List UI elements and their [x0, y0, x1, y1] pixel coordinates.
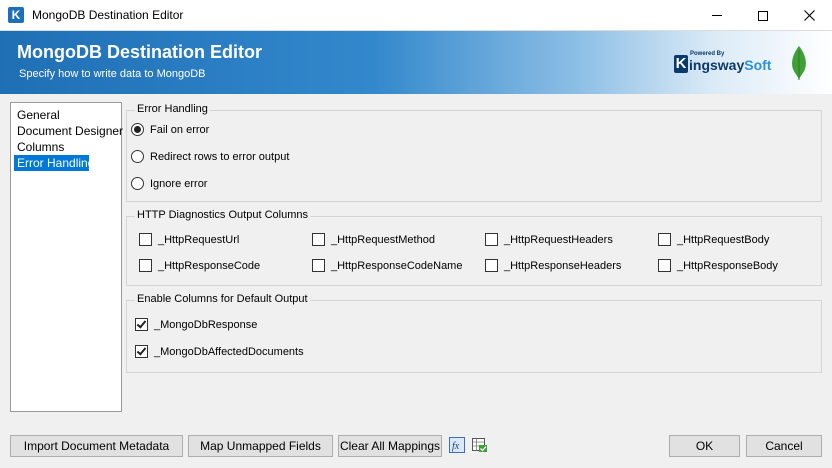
check-http-response-code-name[interactable]: _HttpResponseCodeName [312, 259, 462, 272]
checkbox-label: _HttpRequestUrl [158, 233, 240, 246]
logo-name-a: ingsway [689, 57, 745, 73]
nav-item-document-designer[interactable]: Document Designer [14, 123, 123, 139]
banner-title: MongoDB Destination Editor [17, 42, 262, 62]
check-mark-icon [136, 345, 147, 356]
checkbox[interactable] [135, 345, 148, 358]
banner-subtitle: Specify how to write data to MongoDB [19, 68, 206, 80]
nav-item-columns[interactable]: Columns [14, 139, 118, 155]
logo-k: K [674, 55, 688, 73]
nav-item-general[interactable]: General [14, 107, 118, 123]
maximize-button[interactable] [740, 0, 786, 31]
checkbox-label: _HttpResponseCodeName [331, 259, 463, 272]
window-title: MongoDB Destination Editor [32, 8, 184, 22]
check-http-request-headers[interactable]: _HttpRequestHeaders [485, 233, 613, 246]
minimize-button[interactable] [694, 0, 740, 31]
checkbox[interactable] [658, 259, 671, 272]
header-banner: MongoDB Destination Editor Specify how t… [0, 31, 832, 94]
radio-fail-on-error[interactable]: Fail on error [131, 123, 209, 136]
radio-button[interactable] [131, 123, 144, 136]
checkbox[interactable] [135, 318, 148, 331]
page-navigation-list: General Document Designer Columns Error … [10, 102, 123, 412]
svg-text:fx: fx [452, 441, 460, 452]
import-document-metadata-button[interactable]: Import Document Metadata [10, 435, 183, 457]
radio-label: Redirect rows to error output [150, 150, 290, 163]
http-diagnostics-group: HTTP Diagnostics Output Columns [126, 209, 822, 286]
checkbox[interactable] [658, 233, 671, 246]
checkbox[interactable] [312, 259, 325, 272]
close-icon [803, 10, 815, 21]
radio-redirect-rows[interactable]: Redirect rows to error output [131, 150, 289, 163]
http-diagnostics-group-label: HTTP Diagnostics Output Columns [135, 209, 310, 221]
clear-all-mappings-button[interactable]: Clear All Mappings [338, 435, 442, 457]
checkbox-label: _HttpResponseHeaders [504, 259, 622, 272]
checkbox-label: _MongoDbAffectedDocuments [154, 345, 304, 358]
checkbox[interactable] [485, 259, 498, 272]
check-http-request-method[interactable]: _HttpRequestMethod [312, 233, 435, 246]
logo-name-b: Soft [744, 57, 772, 73]
error-handling-group-label: Error Handling [135, 103, 210, 115]
fx-expression-icon[interactable]: fx [449, 437, 465, 453]
radio-button[interactable] [131, 177, 144, 190]
minimize-icon [712, 15, 722, 16]
close-button[interactable] [786, 0, 832, 31]
checkbox-label: _HttpRequestHeaders [504, 233, 613, 246]
checkbox[interactable] [312, 233, 325, 246]
checkbox[interactable] [139, 233, 152, 246]
checkbox-label: _HttpRequestBody [677, 233, 770, 246]
check-mongodb-response[interactable]: _MongoDbResponse [135, 318, 257, 331]
radio-label: Fail on error [150, 123, 210, 136]
checkbox-label: _HttpResponseBody [677, 259, 778, 272]
check-mark-icon [136, 318, 147, 329]
check-http-request-body[interactable]: _HttpRequestBody [658, 233, 769, 246]
radio-selected-dot [134, 126, 141, 133]
maximize-icon [758, 10, 768, 21]
check-http-request-url[interactable]: _HttpRequestUrl [139, 233, 239, 246]
checkbox-label: _HttpResponseCode [158, 259, 261, 272]
radio-ignore-error[interactable]: Ignore error [131, 177, 207, 190]
logo-name: ingswaySoft [689, 57, 771, 73]
ok-button[interactable]: OK [669, 435, 740, 457]
nav-item-error-handling[interactable]: Error Handling [14, 155, 94, 171]
checkbox[interactable] [139, 259, 152, 272]
title-bar: K MongoDB Destination Editor [0, 0, 832, 31]
grid-check-icon[interactable] [472, 437, 488, 453]
cancel-button[interactable]: Cancel [746, 435, 822, 457]
radio-button[interactable] [131, 150, 144, 163]
check-http-response-code[interactable]: _HttpResponseCode [139, 259, 260, 272]
check-mongodb-affected-documents[interactable]: _MongoDbAffectedDocuments [135, 345, 304, 358]
app-k-icon: K [8, 7, 24, 23]
check-http-response-body[interactable]: _HttpResponseBody [658, 259, 778, 272]
check-http-response-headers[interactable]: _HttpResponseHeaders [485, 259, 621, 272]
mongodb-leaf-icon [792, 46, 806, 80]
map-unmapped-fields-button[interactable]: Map Unmapped Fields [188, 435, 333, 457]
radio-label: Ignore error [150, 177, 208, 190]
checkbox-label: _HttpRequestMethod [331, 233, 435, 246]
checkbox[interactable] [485, 233, 498, 246]
kingswaysoft-logo: Powered By K ingswaySoft [674, 51, 771, 77]
default-output-group-label: Enable Columns for Default Output [135, 293, 310, 305]
default-output-group: Enable Columns for Default Output [126, 293, 822, 373]
checkbox-label: _MongoDbResponse [154, 318, 258, 331]
